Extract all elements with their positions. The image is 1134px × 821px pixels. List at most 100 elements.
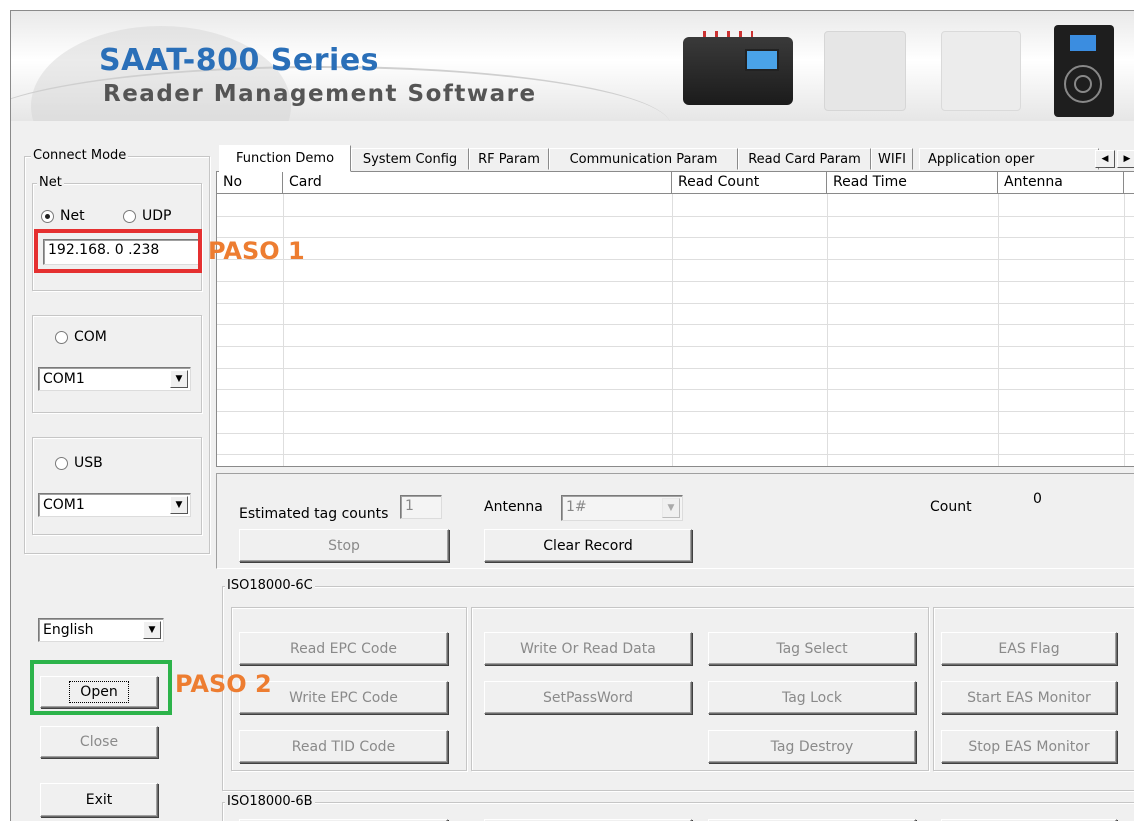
table-row-line: [217, 281, 1134, 282]
chevron-down-icon[interactable]: ▼: [170, 370, 188, 388]
tag-lock-button[interactable]: Tag Lock: [708, 681, 916, 714]
eas-flag-button[interactable]: EAS Flag: [941, 632, 1117, 665]
read-tid-code-button[interactable]: Read TID Code: [239, 730, 448, 763]
tag-select-label: Tag Select: [776, 640, 848, 657]
tab-scroll-left-button[interactable]: ◀: [1095, 150, 1115, 168]
usb-port-value: COM1: [43, 497, 85, 513]
set-password-button[interactable]: SetPassWord: [484, 681, 692, 714]
reader-device-image: [683, 31, 793, 105]
radio-icon: [123, 209, 136, 223]
com-port-select[interactable]: COM1 ▼: [38, 367, 191, 391]
table-row-line: [217, 454, 1134, 455]
tag-destroy-button[interactable]: Tag Destroy: [708, 730, 916, 763]
udp-radio-label: UDP: [142, 208, 172, 224]
table-column-line: [283, 194, 284, 466]
count-label: Count: [930, 499, 972, 515]
table-row-line: [217, 346, 1134, 347]
write-or-read-data-button[interactable]: Write Or Read Data: [484, 632, 692, 665]
clear-record-button[interactable]: Clear Record: [484, 529, 692, 562]
com-port-value: COM1: [43, 371, 85, 387]
close-button[interactable]: Close: [40, 726, 158, 758]
app-subtitle: Reader Management Software: [103, 81, 537, 107]
connect-mode-label: Connect Mode: [31, 148, 129, 164]
clear-record-button-label: Clear Record: [543, 537, 633, 554]
table-row-line: [217, 389, 1134, 390]
usb-radio-label: USB: [74, 455, 103, 471]
radio-selected-icon: [41, 209, 54, 223]
step2-annotation: PASO 2: [175, 670, 272, 698]
usb-port-select[interactable]: COM1 ▼: [38, 493, 191, 517]
tab-rf-param[interactable]: RF Param: [469, 148, 549, 170]
chevron-right-icon: ▶: [1123, 154, 1131, 164]
chevron-down-icon[interactable]: ▼: [170, 496, 188, 514]
udp-radio[interactable]: UDP: [123, 208, 171, 224]
read-epc-code-label: Read EPC Code: [290, 640, 397, 657]
chevron-down-icon[interactable]: ▼: [143, 621, 161, 639]
tab-read-card-param[interactable]: Read Card Param: [738, 148, 871, 170]
net-group: Net: [32, 175, 202, 291]
net-group-label: Net: [37, 175, 64, 191]
column-header-read-time[interactable]: Read Time: [827, 172, 998, 194]
language-select[interactable]: English ▼: [38, 618, 164, 642]
column-header-no[interactable]: No: [217, 172, 283, 194]
tab-communication-param[interactable]: Communication Param: [549, 148, 738, 170]
table-row-line: [217, 303, 1134, 304]
start-eas-monitor-button[interactable]: Start EAS Monitor: [941, 681, 1117, 714]
step1-annotation: PASO 1: [208, 237, 305, 265]
estimated-tag-counts-input[interactable]: 1: [400, 495, 442, 519]
stop-eas-monitor-label: Stop EAS Monitor: [968, 738, 1090, 755]
app-window: SAAT-800 Series Reader Management Softwa…: [10, 10, 1134, 821]
start-eas-monitor-label: Start EAS Monitor: [967, 689, 1091, 706]
table-column-line: [827, 194, 828, 466]
tab-wifi[interactable]: WIFI: [871, 148, 913, 170]
stop-button-label: Stop: [328, 537, 360, 554]
antenna-value: 1#: [566, 499, 587, 515]
count-value: 0: [1028, 488, 1134, 514]
tab-scroll-right-button[interactable]: ▶: [1117, 150, 1134, 168]
antenna-device-image-2: [941, 31, 1021, 111]
set-password-label: SetPassWord: [543, 689, 633, 706]
antenna-device-image: [824, 31, 906, 111]
tag-select-button[interactable]: Tag Select: [708, 632, 916, 665]
table-column-line: [1124, 194, 1125, 466]
antenna-select[interactable]: 1# ▼: [561, 495, 683, 521]
chevron-left-icon: ◀: [1101, 154, 1109, 164]
tab-function-demo[interactable]: Function Demo: [219, 145, 351, 172]
column-header-read-count[interactable]: Read Count: [672, 172, 827, 194]
table-row-line: [217, 324, 1134, 325]
open-button[interactable]: Open: [40, 676, 158, 708]
eas-flag-label: EAS Flag: [998, 640, 1060, 657]
usb-group: [32, 437, 202, 535]
com-radio-label: COM: [74, 329, 107, 345]
stop-eas-monitor-button[interactable]: Stop EAS Monitor: [941, 730, 1117, 763]
iso18000-6b-label: ISO18000-6B: [225, 794, 315, 810]
exit-button-label: Exit: [85, 792, 113, 808]
ip-address-input[interactable]: 192.168. 0 .238: [43, 239, 199, 265]
app-title: SAAT-800 Series: [99, 43, 380, 78]
write-epc-code-label: Write EPC Code: [289, 689, 398, 706]
card-table[interactable]: No Card Read Count Read Time Antenna: [216, 171, 1134, 467]
column-header-card[interactable]: Card: [283, 172, 672, 194]
radio-icon: [55, 456, 68, 470]
stop-button[interactable]: Stop: [239, 529, 449, 562]
tab-system-config[interactable]: System Config: [351, 148, 469, 170]
chevron-down-icon[interactable]: ▼: [662, 498, 680, 518]
write-or-read-data-label: Write Or Read Data: [520, 640, 656, 657]
radio-icon: [55, 330, 68, 344]
column-header-extra: [1124, 172, 1134, 194]
table-row-line: [217, 237, 1134, 238]
net-radio[interactable]: Net: [41, 208, 85, 224]
tag-lock-label: Tag Lock: [781, 689, 843, 706]
table-column-line: [672, 194, 673, 466]
open-button-label: Open: [69, 681, 129, 703]
usb-radio[interactable]: USB: [55, 455, 103, 471]
com-radio[interactable]: COM: [55, 329, 107, 345]
column-header-antenna[interactable]: Antenna: [998, 172, 1124, 194]
exit-button[interactable]: Exit: [40, 783, 158, 817]
tab-application-oper[interactable]: Application oper: [919, 148, 1099, 170]
antenna-label: Antenna: [484, 499, 543, 515]
estimated-tag-counts-label: Estimated tag counts: [239, 506, 389, 522]
close-button-label: Close: [79, 734, 119, 750]
read-epc-code-button[interactable]: Read EPC Code: [239, 632, 448, 665]
table-row-line: [217, 216, 1134, 217]
